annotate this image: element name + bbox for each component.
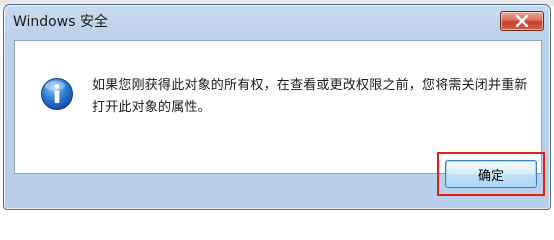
ok-button[interactable]: 确定 [445,160,537,188]
dialog-message: 如果您刚获得此对象的所有权，在查看或更改权限之前，您将需关闭并重新打开此对象的属… [92,78,528,115]
security-dialog: Windows 安全 如果您刚获得此对象的所有权，在查看或更改权限之前，您将需关… [3,4,551,210]
info-icon [41,78,73,110]
close-button[interactable] [500,11,544,31]
close-icon [515,15,529,27]
dialog-title: Windows 安全 [13,14,108,30]
title-bar[interactable]: Windows 安全 [4,5,550,35]
